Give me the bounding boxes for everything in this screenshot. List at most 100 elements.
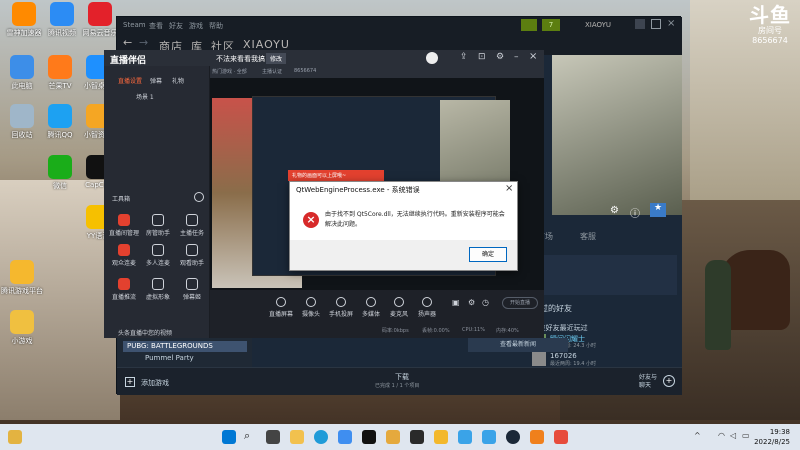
wifi-icon[interactable]: ◠ bbox=[718, 431, 725, 440]
edit-title-button[interactable]: 修改 bbox=[266, 53, 287, 64]
app-icon[interactable] bbox=[362, 430, 376, 444]
tv-icon bbox=[48, 55, 72, 79]
steam-icon[interactable] bbox=[506, 430, 520, 444]
avatar[interactable] bbox=[426, 52, 438, 64]
notification-badge[interactable]: 7 bbox=[542, 19, 560, 31]
phone-icon bbox=[336, 297, 346, 307]
microphone-button[interactable]: 麦克风 bbox=[384, 294, 414, 318]
gear-icon[interactable]: ⚙ bbox=[610, 205, 619, 216]
star-icon[interactable]: ★ bbox=[650, 203, 666, 217]
widgets-icon[interactable] bbox=[8, 430, 22, 444]
tool-multi-co-stream[interactable]: 多人连麦 bbox=[140, 244, 176, 267]
tool-moderator[interactable]: 房管助手 bbox=[140, 214, 176, 237]
ok-button[interactable]: 确定 bbox=[469, 247, 507, 262]
close-icon[interactable]: × bbox=[505, 183, 513, 194]
tool-icon bbox=[152, 244, 164, 256]
tool-stream-push[interactable]: 直播推流 bbox=[106, 278, 142, 301]
battery-icon[interactable]: ▭ bbox=[742, 431, 750, 440]
tool-viewer-assist[interactable]: 观看助手 bbox=[174, 244, 210, 267]
tab-danmaku[interactable]: 弹幕 bbox=[150, 76, 162, 85]
gear-icon[interactable]: ⚙ bbox=[468, 298, 475, 307]
tool-co-stream[interactable]: 观众连麦 bbox=[106, 244, 142, 267]
app-icon bbox=[12, 2, 36, 26]
settings-icon[interactable]: ⚙ bbox=[496, 52, 504, 62]
app-icon[interactable] bbox=[386, 430, 400, 444]
tool-icon bbox=[118, 278, 130, 290]
steam-menu-help[interactable]: 帮助 bbox=[209, 21, 223, 31]
chevron-up-icon[interactable]: ^ bbox=[694, 431, 701, 440]
forward-arrow-icon[interactable]: → bbox=[139, 36, 148, 49]
add-game-icon[interactable]: + bbox=[125, 377, 135, 387]
timer-icon[interactable]: ◷ bbox=[482, 298, 489, 307]
edge-icon[interactable] bbox=[314, 430, 328, 444]
douyu-icon[interactable] bbox=[530, 430, 544, 444]
broadcast-button[interactable] bbox=[521, 19, 537, 31]
maximize-icon[interactable] bbox=[651, 19, 661, 29]
task-view-icon[interactable] bbox=[266, 430, 280, 444]
steam-menu-games[interactable]: 游戏 bbox=[189, 21, 203, 31]
tab-support[interactable]: 客服 bbox=[580, 231, 596, 242]
lock-icon[interactable]: ⊡ bbox=[478, 52, 486, 62]
overlay-meta: 热门游戏 · 全部 主播认证 8656674 bbox=[210, 66, 544, 78]
app-icon[interactable] bbox=[482, 430, 496, 444]
media-icon bbox=[366, 297, 376, 307]
camera-icon bbox=[306, 297, 316, 307]
tool-tasks[interactable]: 主播任务 bbox=[174, 214, 210, 237]
room-title[interactable]: 不法来看看我搞 bbox=[216, 54, 265, 64]
add-game-button[interactable]: 添加游戏 bbox=[141, 378, 169, 388]
record-icon[interactable]: ▣ bbox=[452, 298, 460, 307]
desktop-icon[interactable]: 微信 bbox=[38, 155, 82, 191]
steam-menu-steam[interactable]: Steam bbox=[123, 21, 146, 29]
store-icon[interactable] bbox=[338, 430, 352, 444]
camera-button[interactable]: 摄像头 bbox=[296, 294, 326, 318]
start-icon[interactable] bbox=[222, 430, 236, 444]
close-icon[interactable]: × bbox=[529, 51, 537, 62]
info-icon[interactable]: ⓘ bbox=[630, 205, 640, 220]
tool-room-manage[interactable]: 直播间管理 bbox=[106, 214, 142, 237]
file-explorer-icon[interactable] bbox=[290, 430, 304, 444]
steam-menu-friends[interactable]: 好友 bbox=[169, 21, 183, 31]
game-hero-art bbox=[552, 55, 682, 215]
app-icon[interactable] bbox=[458, 430, 472, 444]
avatar[interactable] bbox=[532, 352, 546, 366]
taskbar: ⌕ ^ ◠ ◁ ▭ 19:38 2022/8/25 bbox=[0, 424, 800, 450]
desktop-icon[interactable]: 小游戏 bbox=[0, 310, 44, 346]
speaker-button[interactable]: 扬声器 bbox=[412, 294, 442, 318]
app-icon[interactable] bbox=[434, 430, 448, 444]
tab-live-settings[interactable]: 直播设置 bbox=[118, 76, 142, 85]
video-icon bbox=[50, 2, 74, 26]
tool-avatar[interactable]: 虚拟形象 bbox=[140, 278, 176, 301]
news-button[interactable]: 查看最新新闻 bbox=[468, 338, 568, 352]
volume-icon[interactable]: ◁ bbox=[730, 431, 736, 440]
system-clock[interactable]: 19:38 2022/8/25 bbox=[754, 427, 790, 447]
clock-icon[interactable] bbox=[194, 192, 204, 202]
downloads-label[interactable]: 下载 bbox=[395, 372, 409, 382]
search-icon[interactable]: ⌕ bbox=[244, 429, 250, 443]
folder-icon bbox=[10, 260, 34, 284]
back-arrow-icon[interactable]: ← bbox=[123, 36, 132, 49]
share-icon[interactable]: ⇪ bbox=[460, 52, 468, 62]
tab-gifts[interactable]: 礼物 bbox=[172, 76, 184, 85]
library-item-selected[interactable]: PUBG: BATTLEGROUNDS bbox=[123, 341, 247, 352]
phone-cast-button[interactable]: 手机投屏 bbox=[326, 294, 356, 318]
scene-item[interactable]: 场景 1 bbox=[136, 92, 154, 101]
friend-name[interactable]: 167026 bbox=[550, 352, 577, 360]
screen-capture-button[interactable]: 直播屏幕 bbox=[266, 294, 296, 318]
dialog-message: 由于找不到 Qt5Core.dll，无法继续执行代码。重新安装程序可能会解决此问… bbox=[325, 211, 505, 228]
app-icon[interactable] bbox=[554, 430, 568, 444]
library-item[interactable]: Pummel Party bbox=[145, 354, 194, 362]
app-icon[interactable] bbox=[410, 430, 424, 444]
stream-controls: 直播屏幕 摄像头 手机投屏 多媒体 麦克风 扬声器 ▣ ⚙ ◷ 开始直播 bbox=[210, 290, 544, 324]
friends-chat-button[interactable]: 好友与 聊天 bbox=[639, 374, 663, 390]
media-button[interactable]: 多媒体 bbox=[356, 294, 386, 318]
start-live-button[interactable]: 开始直播 bbox=[502, 297, 538, 309]
account-name[interactable]: XIAOYU bbox=[585, 21, 611, 29]
minimize-icon[interactable] bbox=[635, 19, 645, 29]
clock-date: 2022/8/25 bbox=[754, 438, 790, 446]
steam-menu-view[interactable]: 查看 bbox=[149, 21, 163, 31]
add-friend-icon[interactable]: + bbox=[663, 375, 675, 387]
desktop-icon[interactable]: 腾讯游戏平台 bbox=[0, 260, 44, 296]
tool-danmaku-bot[interactable]: 弹幕姬 bbox=[174, 278, 210, 301]
minimize-icon[interactable]: – bbox=[514, 52, 519, 62]
close-icon[interactable]: × bbox=[667, 18, 675, 29]
